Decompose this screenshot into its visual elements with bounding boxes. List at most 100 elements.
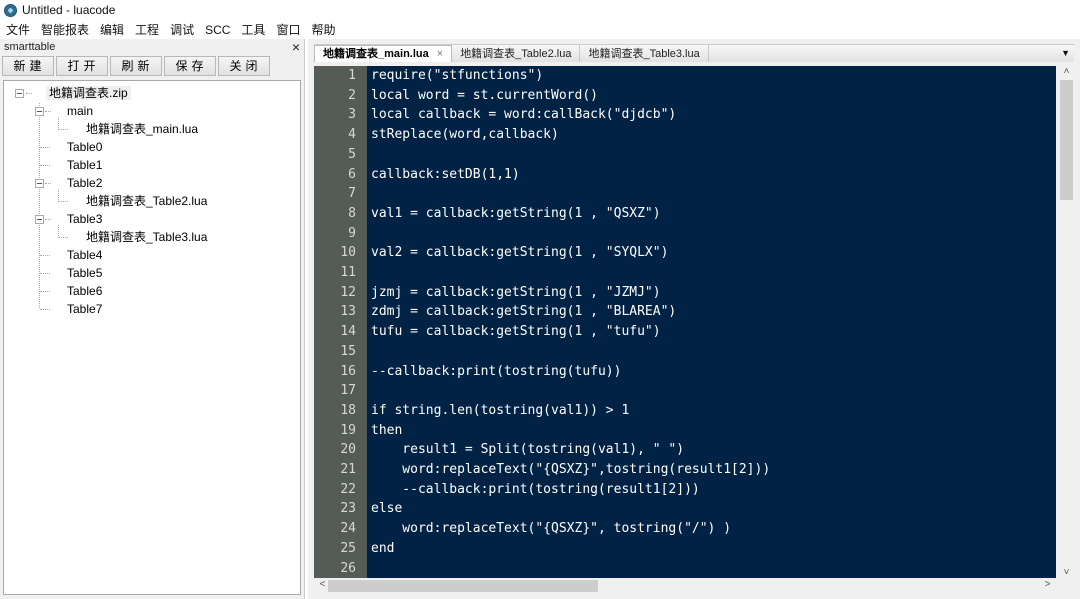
scroll-right-icon[interactable]: > (1039, 579, 1056, 590)
code-text: val2 = callback:getString(1 , "SYQLX") (371, 245, 669, 261)
code-line[interactable]: 9 (314, 224, 1056, 244)
code-line[interactable]: 6 callback:setDB(1,1) (314, 165, 1056, 185)
code-line[interactable]: 7 (314, 184, 1056, 204)
tree-item-table3-lua[interactable]: 地籍调查表_Table3.lua (86, 228, 207, 246)
line-number: 22 (340, 481, 356, 497)
save-button[interactable]: 保存 (164, 56, 216, 76)
tab-table2-lua[interactable]: 地籍调查表_Table2.lua (452, 45, 581, 62)
tree-connector (58, 237, 68, 238)
panel-close-icon[interactable]: × (292, 40, 300, 54)
refresh-button[interactable]: 刷新 (110, 56, 162, 76)
code-line[interactable]: 22 --callback:print(tostring(result1[2])… (314, 480, 1056, 500)
code-text: --callback:print(tostring(tufu)) (371, 363, 622, 379)
collapse-table3-icon[interactable] (35, 215, 44, 224)
tree-item-table6[interactable]: Table6 (67, 282, 102, 300)
tree-connector (58, 201, 68, 202)
line-number: 11 (340, 265, 356, 280)
tree-item-root[interactable]: 地籍调查表.zip (46, 84, 131, 102)
code-text: word:replaceText("{QSXZ}", tostring("/")… (371, 521, 732, 537)
tree-item-table1[interactable]: Table1 (67, 156, 102, 174)
code-line[interactable]: 24 word:replaceText("{QSXZ}", tostring("… (314, 519, 1056, 539)
menu-smart-report[interactable]: 智能报表 (41, 21, 89, 38)
code-text: if string.len(tostring(val1)) > 1 (371, 402, 630, 418)
code-line[interactable]: 2 local word = st.currentWord() (314, 86, 1056, 106)
line-number: 12 (340, 284, 356, 300)
line-number: 14 (340, 324, 356, 340)
open-button[interactable]: 打开 (56, 56, 108, 76)
project-tree: 地籍调查表.zip main 地籍调查表_main.lua Table0 Tab… (3, 80, 301, 595)
code-line[interactable]: 20 result1 = Split(tostring(val1), " ") (314, 440, 1056, 460)
menu-window[interactable]: 窗口 (276, 21, 300, 38)
code-text: tufu = callback:getString(1 , "tufu") (371, 324, 661, 340)
line-number: 8 (348, 205, 356, 221)
tree-connector (40, 273, 50, 274)
line-number: 1 (348, 68, 356, 83)
code-line[interactable]: 1 require("stfunctions") (314, 66, 1056, 86)
new-button[interactable]: 新建 (2, 56, 54, 76)
code-line[interactable]: 15 (314, 342, 1056, 362)
code-line[interactable]: 18 if string.len(tostring(val1)) > 1 (314, 401, 1056, 421)
code-line[interactable]: 14 tufu = callback:getString(1 , "tufu") (314, 322, 1056, 342)
tree-connector (45, 183, 51, 184)
horizontal-scrollbar[interactable]: < > (314, 578, 1056, 594)
code-editor[interactable]: 1 require("stfunctions") 2 local word = st.… (314, 66, 1056, 578)
vertical-scrollbar[interactable]: ˄ ˅ (1058, 66, 1075, 578)
tab-list-dropdown-icon[interactable]: ▼ (1061, 48, 1070, 58)
code-line[interactable]: 4 stReplace(word,callback) (314, 125, 1056, 145)
line-number: 26 (340, 560, 356, 576)
menu-bar: 文件 智能报表 编辑 工程 调试 SCC 工具 窗口 帮助 (0, 20, 1080, 39)
code-line[interactable]: 26 (314, 559, 1056, 579)
collapse-table2-icon[interactable] (35, 179, 44, 188)
menu-debug[interactable]: 调试 (170, 21, 194, 38)
code-line[interactable]: 25 end (314, 539, 1056, 559)
collapse-root-icon[interactable] (15, 89, 24, 98)
code-line[interactable]: 13 zdmj = callback:getString(1 , "BLAREA"… (314, 302, 1056, 322)
code-line[interactable]: 21 word:replaceText("{QSXZ}",tostring(re… (314, 460, 1056, 480)
tree-item-table3[interactable]: Table3 (67, 210, 102, 228)
menu-edit[interactable]: 编辑 (100, 21, 124, 38)
menu-project[interactable]: 工程 (135, 21, 159, 38)
code-text: local callback = word:callBack("djdcb") (371, 107, 677, 123)
code-text: val1 = callback:getString(1 , "QSXZ") (371, 205, 661, 221)
code-text: else (371, 501, 403, 517)
code-line[interactable]: 5 (314, 145, 1056, 165)
tree-item-label: 地籍调查表.zip (46, 86, 131, 100)
menu-tools[interactable]: 工具 (241, 21, 265, 38)
line-number: 24 (340, 521, 356, 537)
code-line[interactable]: 16 --callback:print(tostring(tufu)) (314, 362, 1056, 382)
tree-item-table5[interactable]: Table5 (67, 264, 102, 282)
code-line[interactable]: 8 val1 = callback:getString(1 , "QSXZ") (314, 204, 1056, 224)
tree-item-table2[interactable]: Table2 (67, 174, 102, 192)
menu-scc[interactable]: SCC (205, 23, 230, 37)
menu-file[interactable]: 文件 (6, 21, 30, 38)
tree-item-table4[interactable]: Table4 (67, 246, 102, 264)
tree-item-table2-lua[interactable]: 地籍调查表_Table2.lua (86, 192, 207, 210)
code-line[interactable]: 11 (314, 263, 1056, 283)
tree-item-main-lua[interactable]: 地籍调查表_main.lua (86, 120, 198, 138)
tree-item-table7[interactable]: Table7 (67, 300, 102, 318)
code-line[interactable]: 23 else (314, 499, 1056, 519)
tab-table3-lua[interactable]: 地籍调查表_Table3.lua (580, 45, 709, 62)
horizontal-scroll-thumb[interactable] (328, 580, 598, 592)
scroll-down-icon[interactable]: ˅ (1058, 567, 1075, 578)
collapse-main-icon[interactable] (35, 107, 44, 116)
line-number: 15 (340, 343, 356, 359)
tree-connector (40, 165, 50, 166)
code-line[interactable]: 3 local callback = word:callBack("djdcb") (314, 105, 1056, 125)
tab-close-icon[interactable]: × (437, 46, 443, 62)
panel-toolbar: 新建 打开 刷新 保存 关闭 (0, 54, 304, 78)
menu-help[interactable]: 帮助 (311, 21, 335, 38)
line-number: 13 (340, 304, 356, 320)
code-line[interactable]: 12 jzmj = callback:getString(1 , "JZMJ") (314, 283, 1056, 303)
tree-item-main[interactable]: main (67, 102, 93, 120)
close-button[interactable]: 关闭 (218, 56, 270, 76)
code-line[interactable]: 10 val2 = callback:getString(1 , "SYQLX") (314, 243, 1056, 263)
line-number: 4 (348, 127, 356, 143)
tab-main-lua[interactable]: 地籍调查表_main.lua × (314, 45, 453, 62)
code-line[interactable]: 19 then (314, 421, 1056, 441)
tree-item-table0[interactable]: Table0 (67, 138, 102, 156)
tree-connector (58, 129, 68, 130)
vertical-scroll-thumb[interactable] (1060, 80, 1073, 200)
scroll-up-icon[interactable]: ˄ (1058, 66, 1075, 77)
code-line[interactable]: 17 (314, 381, 1056, 401)
